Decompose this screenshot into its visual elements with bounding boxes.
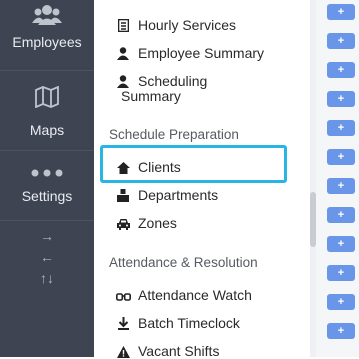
building-icon: [116, 187, 130, 203]
nav-employees[interactable]: Employees: [0, 4, 94, 50]
user-icon: [116, 73, 130, 89]
nav-maps-label: Maps: [29, 122, 65, 138]
add-button[interactable]: +: [327, 62, 355, 78]
section-header-attendance-resolution: Attendance & Resolution: [109, 255, 258, 270]
menu-item-clients[interactable]: Clients: [116, 159, 181, 175]
more-dots-icon: [0, 168, 94, 178]
section-header-schedule-preparation: Schedule Preparation: [109, 127, 239, 142]
menu-panel: Hourly Services Employee Summary Schedul…: [94, 0, 310, 359]
add-button[interactable]: +: [327, 207, 355, 223]
document-icon: [116, 17, 130, 33]
layout-arrows[interactable]: → ← ↑↓: [0, 226, 94, 289]
add-button[interactable]: +: [327, 294, 355, 310]
menu-item-label: Hourly Services: [138, 17, 237, 33]
download-icon: [116, 315, 130, 331]
users-icon: [0, 4, 94, 26]
menu-item-batch-timeclock[interactable]: Batch Timeclock: [116, 315, 240, 331]
menu-item-label: Attendance Watch: [138, 287, 252, 303]
user-icon: [116, 45, 130, 61]
nav-maps[interactable]: Maps: [0, 86, 94, 138]
arrow-updown-icon[interactable]: ↑↓: [0, 268, 94, 289]
nav-employees-label: Employees: [12, 34, 82, 50]
menu-item-scheduling-summary[interactable]: Scheduling: [116, 73, 207, 89]
menu-item-label: Departments: [138, 187, 219, 203]
menu-item-label: Zones: [138, 215, 177, 231]
home-icon: [116, 159, 130, 175]
menu-item-employee-summary[interactable]: Employee Summary: [116, 45, 264, 61]
divider: [0, 70, 94, 71]
add-button[interactable]: +: [327, 323, 355, 339]
left-sidebar: Employees Maps Settings → ← ↑↓: [0, 0, 94, 357]
divider: [0, 150, 94, 151]
add-button[interactable]: +: [327, 178, 355, 194]
car-icon: [116, 215, 130, 231]
menu-item-zones[interactable]: Zones: [116, 215, 177, 231]
nav-settings-label: Settings: [21, 188, 73, 204]
add-button[interactable]: +: [327, 91, 355, 107]
add-button[interactable]: +: [327, 33, 355, 49]
nav-settings[interactable]: Settings: [0, 168, 94, 204]
menu-item-label: Batch Timeclock: [138, 315, 240, 331]
arrow-left-icon[interactable]: ←: [0, 247, 94, 268]
menu-item-label: Scheduling: [138, 73, 208, 89]
add-button[interactable]: +: [327, 236, 355, 252]
menu-item-label-line2: Summary: [121, 88, 181, 104]
menu-item-label: Clients: [138, 159, 181, 175]
divider: [0, 220, 94, 221]
add-button[interactable]: +: [327, 120, 355, 136]
menu-item-label: Employee Summary: [138, 45, 265, 61]
map-icon: [0, 86, 94, 108]
arrow-right-icon[interactable]: →: [0, 226, 94, 247]
menu-item-departments[interactable]: Departments: [116, 187, 218, 203]
add-button[interactable]: +: [327, 4, 355, 20]
menu-item-attendance-watch[interactable]: Attendance Watch: [116, 287, 252, 303]
add-button[interactable]: +: [327, 149, 355, 165]
glasses-icon: [116, 287, 131, 303]
add-button[interactable]: +: [327, 265, 355, 281]
menu-item-hourly-services[interactable]: Hourly Services: [116, 17, 236, 33]
